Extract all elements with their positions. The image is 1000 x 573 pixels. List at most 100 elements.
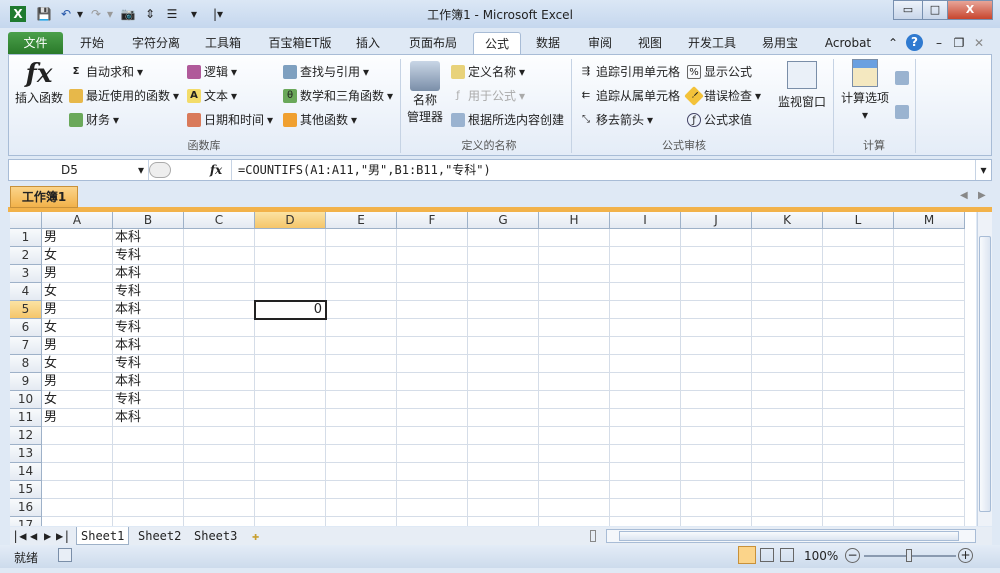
cell-D5[interactable]: 0 xyxy=(254,300,327,320)
column-header-D[interactable]: D xyxy=(255,212,326,229)
calculate-sheet-icon[interactable] xyxy=(895,105,909,119)
cell-K6[interactable] xyxy=(752,319,823,337)
row-header-13[interactable]: 13 xyxy=(10,445,42,463)
cell-I9[interactable] xyxy=(610,373,681,391)
cell-C9[interactable] xyxy=(184,373,255,391)
cell-J14[interactable] xyxy=(681,463,752,481)
cell-J8[interactable] xyxy=(681,355,752,373)
cell-I6[interactable] xyxy=(610,319,681,337)
cell-C1[interactable] xyxy=(184,229,255,247)
cell-K13[interactable] xyxy=(752,445,823,463)
row-header-10[interactable]: 10 xyxy=(10,391,42,409)
create-from-selection-button[interactable]: 根据所选内容创建 xyxy=(451,111,564,128)
cell-F5[interactable] xyxy=(397,301,468,319)
column-header-G[interactable]: G xyxy=(468,212,539,229)
cell-M14[interactable] xyxy=(894,463,965,481)
insert-function-button[interactable]: fx 插入函数 xyxy=(13,59,65,106)
lookup-button[interactable]: 查找与引用 ▾ xyxy=(283,63,369,80)
cell-B12[interactable] xyxy=(113,427,184,445)
cell-A3[interactable]: 男 xyxy=(42,265,113,283)
cell-L14[interactable] xyxy=(823,463,894,481)
cell-K15[interactable] xyxy=(752,481,823,499)
cell-K1[interactable] xyxy=(752,229,823,247)
cell-I14[interactable] xyxy=(610,463,681,481)
cell-L1[interactable] xyxy=(823,229,894,247)
formula-bar-resize-handle[interactable] xyxy=(149,162,171,178)
cell-J6[interactable] xyxy=(681,319,752,337)
maximize-button[interactable]: □ xyxy=(922,0,948,20)
column-header-H[interactable]: H xyxy=(539,212,610,229)
cell-C4[interactable] xyxy=(184,283,255,301)
cell-E8[interactable] xyxy=(326,355,397,373)
cell-H1[interactable] xyxy=(539,229,610,247)
cell-L13[interactable] xyxy=(823,445,894,463)
vertical-scrollbar[interactable] xyxy=(977,212,992,526)
cell-M10[interactable] xyxy=(894,391,965,409)
text-button[interactable]: A 文本 ▾ xyxy=(187,87,237,104)
error-checking-button[interactable]: ! 错误检查 ▾ xyxy=(684,85,761,106)
page-layout-view-icon[interactable] xyxy=(760,548,774,562)
column-header-C[interactable]: C xyxy=(184,212,255,229)
cell-K11[interactable] xyxy=(752,409,823,427)
column-header-L[interactable]: L xyxy=(823,212,894,229)
cell-A6[interactable]: 女 xyxy=(42,319,113,337)
name-box[interactable]: D5 ▾ xyxy=(9,160,149,180)
save-icon[interactable]: 💾 xyxy=(36,6,52,22)
cell-L15[interactable] xyxy=(823,481,894,499)
first-sheet-icon[interactable]: |◀ xyxy=(12,527,26,545)
cell-G13[interactable] xyxy=(468,445,539,463)
cell-K3[interactable] xyxy=(752,265,823,283)
help-icon[interactable]: ? xyxy=(906,34,923,51)
tab-baibaoxiang[interactable]: 百宝箱ET版 xyxy=(262,32,338,54)
cell-A13[interactable] xyxy=(42,445,113,463)
row-header-11[interactable]: 11 xyxy=(10,409,42,427)
cell-M4[interactable] xyxy=(894,283,965,301)
cell-A2[interactable]: 女 xyxy=(42,247,113,265)
column-header-K[interactable]: K xyxy=(752,212,823,229)
cell-K17[interactable] xyxy=(752,517,823,526)
cell-C10[interactable] xyxy=(184,391,255,409)
column-header-E[interactable]: E xyxy=(326,212,397,229)
cell-H10[interactable] xyxy=(539,391,610,409)
cell-E12[interactable] xyxy=(326,427,397,445)
cell-G14[interactable] xyxy=(468,463,539,481)
align-icon[interactable]: ☰ xyxy=(164,6,180,22)
row-header-6[interactable]: 6 xyxy=(10,319,42,337)
cell-D17[interactable] xyxy=(255,517,326,526)
cell-C11[interactable] xyxy=(184,409,255,427)
cell-M1[interactable] xyxy=(894,229,965,247)
redo-dropdown-icon[interactable]: ▾ xyxy=(102,6,118,22)
row-header-17[interactable]: 17 xyxy=(10,517,42,526)
cell-L4[interactable] xyxy=(823,283,894,301)
cell-M7[interactable] xyxy=(894,337,965,355)
cell-G17[interactable] xyxy=(468,517,539,526)
tab-file[interactable]: 文件 xyxy=(8,32,63,54)
cell-B14[interactable] xyxy=(113,463,184,481)
tab-data[interactable]: 数据 xyxy=(530,32,566,54)
row-header-4[interactable]: 4 xyxy=(10,283,42,301)
zoom-in-button[interactable]: + xyxy=(958,548,973,563)
cell-I17[interactable] xyxy=(610,517,681,526)
row-header-8[interactable]: 8 xyxy=(10,355,42,373)
cell-C7[interactable] xyxy=(184,337,255,355)
cell-M13[interactable] xyxy=(894,445,965,463)
cell-B1[interactable]: 本科 xyxy=(113,229,184,247)
tab-review[interactable]: 审阅 xyxy=(582,32,618,54)
cell-B15[interactable] xyxy=(113,481,184,499)
cell-L12[interactable] xyxy=(823,427,894,445)
cell-H14[interactable] xyxy=(539,463,610,481)
cell-A10[interactable]: 女 xyxy=(42,391,113,409)
trace-dependents-button[interactable]: ⇇ 追踪从属单元格 xyxy=(579,87,680,104)
horizontal-scrollbar[interactable] xyxy=(606,529,976,543)
cell-H5[interactable] xyxy=(539,301,610,319)
cell-I11[interactable] xyxy=(610,409,681,427)
cell-B13[interactable] xyxy=(113,445,184,463)
cell-A1[interactable]: 男 xyxy=(42,229,113,247)
date-time-button[interactable]: 日期和时间 ▾ xyxy=(187,111,273,128)
vertical-scroll-thumb[interactable] xyxy=(979,236,991,512)
workbook-restore-icon[interactable]: ❐ xyxy=(952,32,966,54)
cell-C13[interactable] xyxy=(184,445,255,463)
cell-J11[interactable] xyxy=(681,409,752,427)
cell-D13[interactable] xyxy=(255,445,326,463)
cell-M16[interactable] xyxy=(894,499,965,517)
